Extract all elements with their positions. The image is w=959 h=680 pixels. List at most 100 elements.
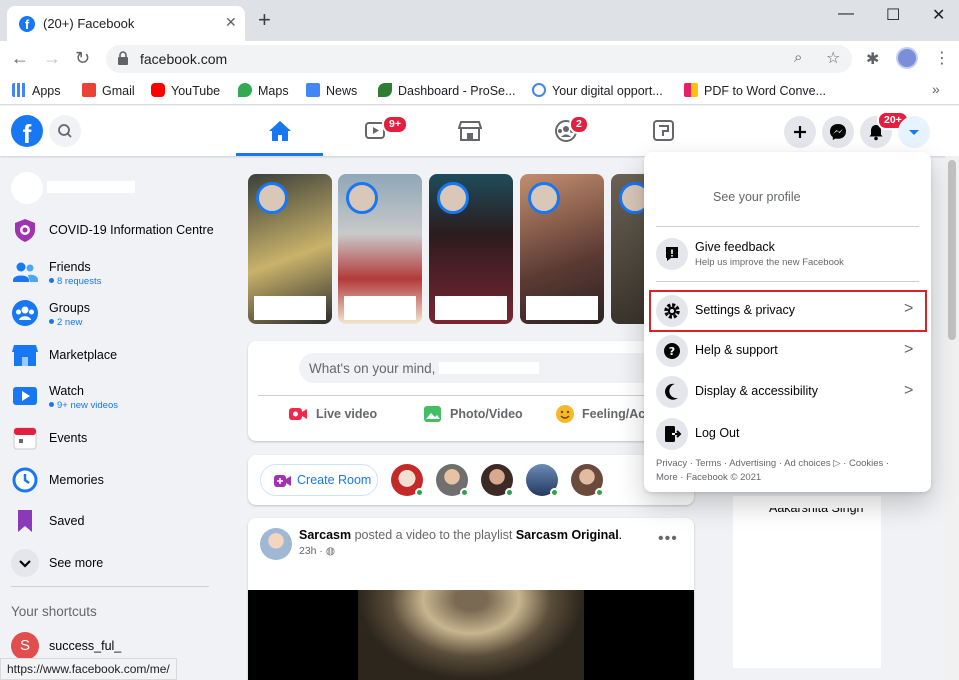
story-name-redacted xyxy=(435,296,507,320)
account-dropdown-menu: See your profile Give feedback Help us i… xyxy=(644,152,931,492)
bookmark-label: Your digital opport... xyxy=(552,84,663,98)
friends-icon xyxy=(13,262,38,282)
maximize-icon[interactable]: ☐ xyxy=(886,5,900,25)
address-bar[interactable]: facebook.com ⌕ ☆ xyxy=(106,45,852,73)
sidebar-item-marketplace[interactable]: Marketplace xyxy=(11,337,221,373)
bookmark-maps[interactable]: Maps xyxy=(238,83,289,98)
browser-status-url: https://www.facebook.com/me/ xyxy=(0,658,177,680)
chrome-menu-icon[interactable]: ⋮ xyxy=(934,48,950,68)
zoom-icon[interactable]: ⌕ xyxy=(794,49,802,66)
photo-icon xyxy=(424,406,441,422)
watch-badge: 9+ xyxy=(382,115,408,134)
post-video[interactable] xyxy=(248,590,694,680)
sidebar-item-sub: 2 new xyxy=(49,317,82,328)
tab-close-icon[interactable]: ✕ xyxy=(225,14,237,31)
menu-footer-copyright[interactable]: More · Facebook © 2021 xyxy=(656,472,761,483)
scrollbar-thumb[interactable] xyxy=(948,160,956,340)
story-card[interactable] xyxy=(429,174,513,324)
display-accessibility-item[interactable]: Display & accessibility > xyxy=(652,372,923,412)
svg-text:?: ? xyxy=(669,345,675,358)
feeling-smiley-icon xyxy=(556,405,574,423)
chevron-down-icon xyxy=(11,549,39,577)
help-support-item[interactable]: ? Help & support > xyxy=(652,331,923,371)
contact-name-clipped[interactable]: Aakarshita Singh xyxy=(769,508,879,520)
sidebar-item-events[interactable]: Events xyxy=(11,420,221,456)
post-playlist-link[interactable]: Sarcasm Original xyxy=(516,528,619,542)
sidebar-item-see-more[interactable]: See more xyxy=(11,545,221,581)
bookmarks-bar: Apps Gmail YouTube Maps News Dashboard -… xyxy=(0,77,959,105)
post-author-link[interactable]: Sarcasm xyxy=(299,528,351,542)
calendar-icon xyxy=(13,427,37,450)
sidebar-divider xyxy=(11,586,209,587)
facebook-header: f 9+ 2 20+ xyxy=(0,106,959,156)
composer-input[interactable]: What's on your mind, xyxy=(299,353,683,383)
sidebar-item-friends[interactable]: Friends 8 requests xyxy=(11,254,221,290)
reload-icon[interactable]: ↻ xyxy=(75,48,90,69)
bookmarks-overflow-icon[interactable]: » xyxy=(932,81,940,97)
page-scrollbar[interactable] xyxy=(945,156,959,680)
sidebar-item-covid[interactable]: COVID-19 Information Centre xyxy=(11,212,221,248)
menu-footer-links[interactable]: Privacy · Terms · Advertising · Ad choic… xyxy=(656,458,889,469)
feed-post: Sarcasm posted a video to the playlist S… xyxy=(248,518,694,680)
apps-grid-icon xyxy=(12,83,26,97)
gaming-icon[interactable] xyxy=(652,120,676,142)
bookmark-news[interactable]: News xyxy=(306,83,357,98)
maps-pin-icon xyxy=(238,83,252,97)
story-avatar xyxy=(528,182,560,214)
post-author-avatar[interactable] xyxy=(260,528,292,560)
chrome-profile-avatar[interactable] xyxy=(896,47,918,69)
story-card[interactable] xyxy=(520,174,604,324)
story-card[interactable] xyxy=(338,174,422,324)
profile-name-redacted[interactable] xyxy=(47,181,135,193)
forward-icon[interactable]: → xyxy=(43,48,61,69)
bookmark-pdf[interactable]: PDF to Word Conve... xyxy=(684,83,826,98)
post-action-text: posted a video to the playlist xyxy=(354,528,513,542)
messenger-button[interactable] xyxy=(822,116,854,148)
see-profile-item[interactable]: See your profile xyxy=(652,172,923,222)
composer-placeholder: What's on your mind, xyxy=(309,361,436,376)
log-out-label: Log Out xyxy=(695,426,740,440)
facebook-logo-icon[interactable]: f xyxy=(11,115,43,149)
composer-name-redacted xyxy=(439,362,539,374)
log-out-item[interactable]: Log Out xyxy=(652,414,923,454)
create-room-button[interactable]: Create Room xyxy=(260,464,378,496)
sidebar-item-memories[interactable]: Memories xyxy=(11,462,221,498)
post-composer: What's on your mind, Live video Photo/Vi… xyxy=(248,341,694,441)
browser-tab[interactable]: f (20+) Facebook ✕ xyxy=(7,6,245,41)
back-icon[interactable]: ← xyxy=(11,48,29,69)
minimize-icon[interactable]: — xyxy=(838,5,854,23)
sidebar-item-groups[interactable]: Groups 2 new xyxy=(11,295,221,331)
sidebar-item-label: Watch xyxy=(49,384,84,398)
bookmark-star-icon[interactable]: ☆ xyxy=(826,48,840,68)
online-dot xyxy=(460,488,469,497)
bookmark-label: Gmail xyxy=(102,84,135,98)
post-timestamp[interactable]: 23h · ◍ xyxy=(299,545,335,557)
bookmark-apps[interactable]: Apps xyxy=(12,83,61,98)
bookmark-label: YouTube xyxy=(171,84,221,98)
bookmark-gmail[interactable]: Gmail xyxy=(82,83,135,98)
sidebar-item-label: Saved xyxy=(49,514,85,528)
marketplace-icon[interactable] xyxy=(458,120,482,142)
account-menu-button[interactable] xyxy=(898,116,930,148)
bookmark-dashboard[interactable]: Dashboard - ProSe... xyxy=(378,83,515,98)
profile-avatar[interactable] xyxy=(11,172,43,204)
post-options-icon[interactable]: ••• xyxy=(658,530,678,548)
sidebar-item-watch[interactable]: Watch 9+ new videos xyxy=(11,378,221,414)
pdf-icon xyxy=(684,83,698,97)
create-button[interactable] xyxy=(784,116,816,148)
sidebar-item-saved[interactable]: Saved xyxy=(11,503,221,539)
browser-tab-strip: f (20+) Facebook ✕ + — ☐ ✕ xyxy=(0,0,959,41)
window-close-icon[interactable]: ✕ xyxy=(932,5,945,25)
extensions-icon[interactable]: ✱ xyxy=(866,49,879,69)
bookmark-youtube[interactable]: YouTube xyxy=(151,83,220,98)
online-dot xyxy=(550,488,559,497)
bookmark-google[interactable]: Your digital opport... xyxy=(532,83,663,98)
new-tab-icon[interactable]: + xyxy=(258,9,271,31)
give-feedback-item[interactable]: Give feedback Help us improve the new Fa… xyxy=(652,234,923,278)
settings-privacy-item[interactable]: Settings & privacy > xyxy=(652,289,923,333)
story-card[interactable] xyxy=(248,174,332,324)
google-icon xyxy=(532,83,546,97)
search-button[interactable] xyxy=(49,115,81,147)
home-icon[interactable] xyxy=(268,120,292,142)
post-header-period: . xyxy=(618,528,623,542)
